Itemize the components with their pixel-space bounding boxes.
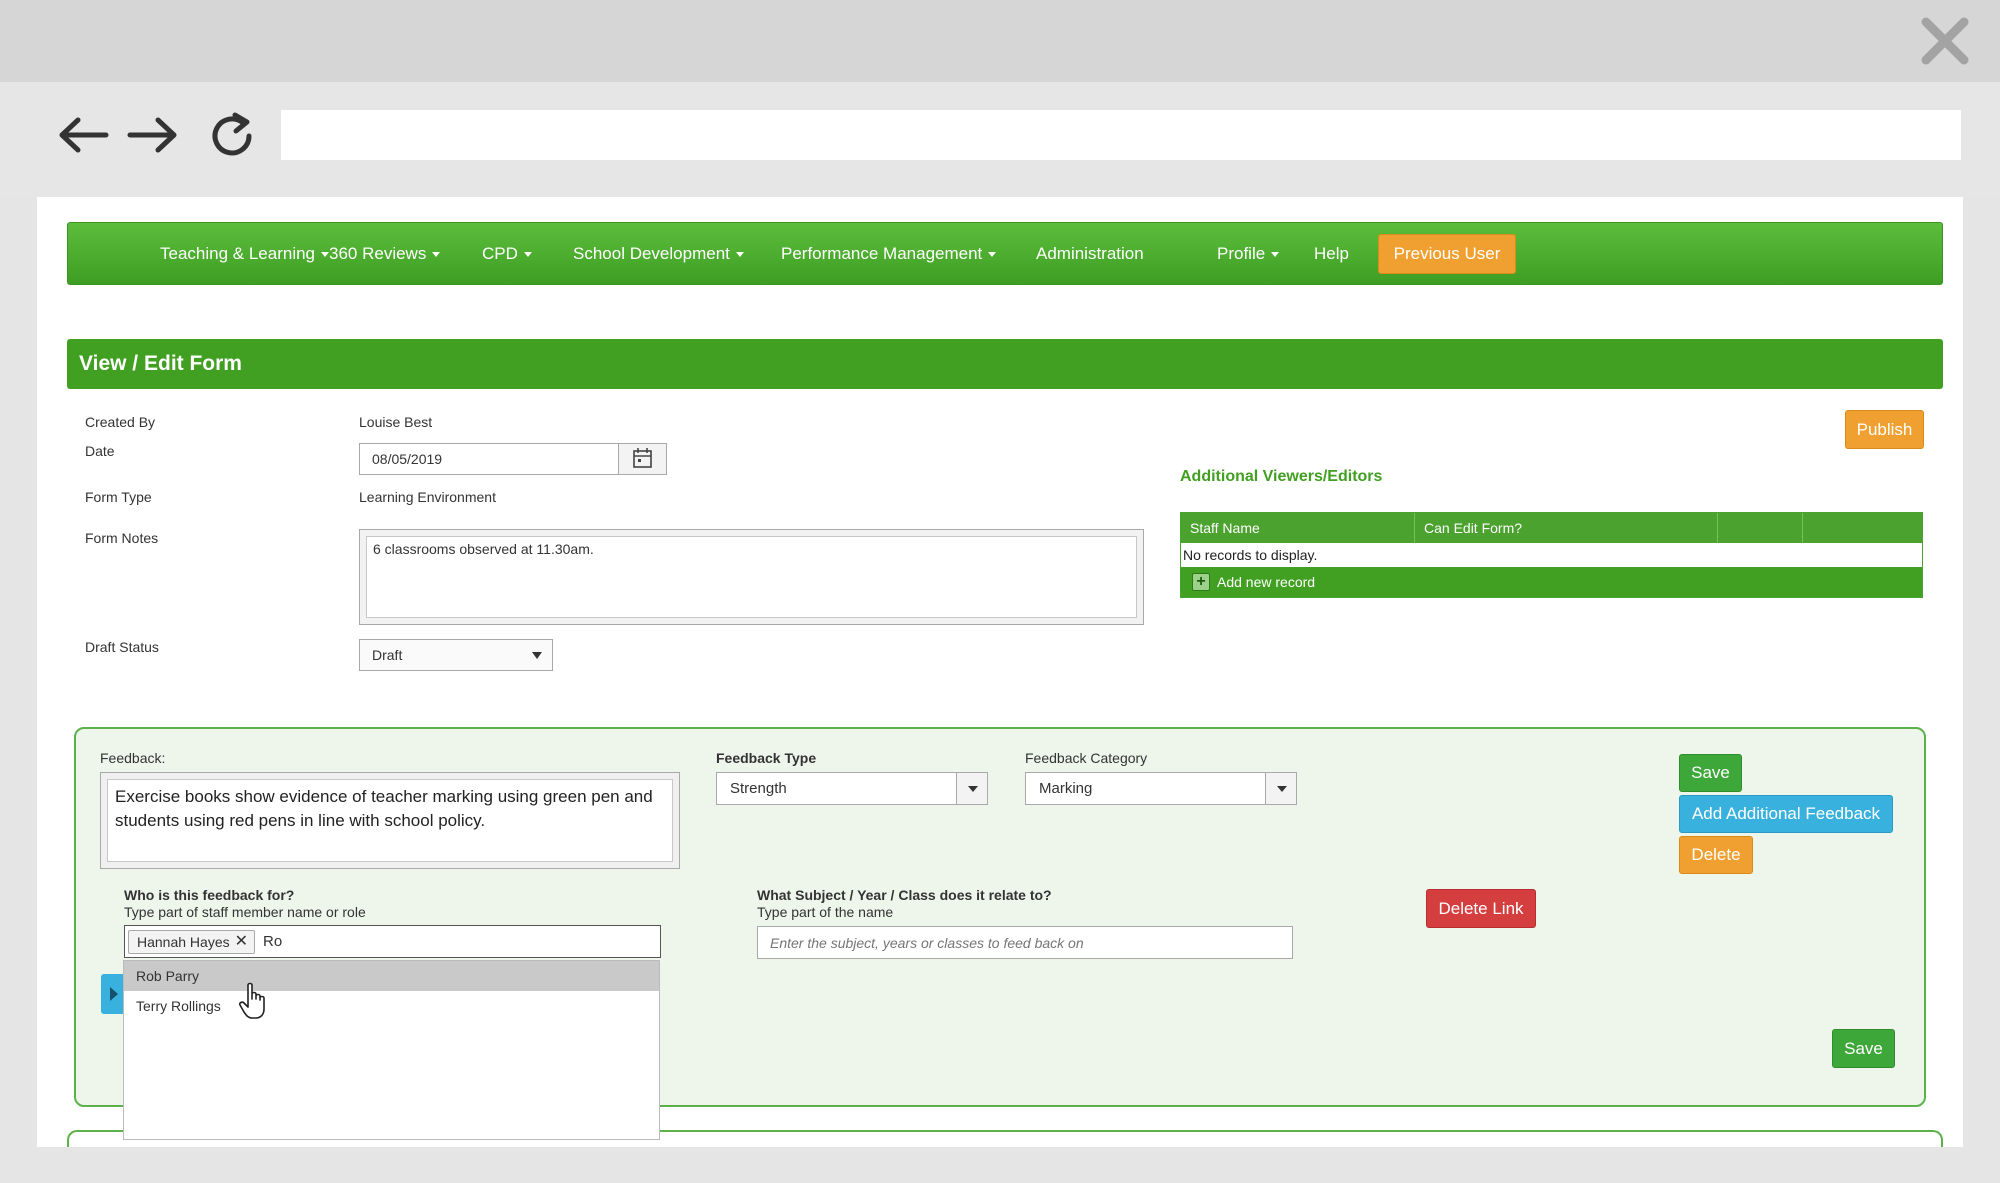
feedback-category-select[interactable]: Marking xyxy=(1025,772,1297,805)
form-type-label: Form Type xyxy=(85,489,152,505)
reload-icon[interactable] xyxy=(205,110,261,160)
nav-label: 360 Reviews xyxy=(329,244,427,263)
nav-label: CPD xyxy=(482,244,518,263)
grid-header: Staff Name Can Edit Form? xyxy=(1181,513,1922,543)
nav-360-reviews[interactable]: 360 Reviews xyxy=(329,223,441,284)
forward-arrow-icon[interactable] xyxy=(124,110,180,160)
column-blank xyxy=(1718,513,1803,543)
main-navbar: Teaching & Learning 360 Reviews CPD Scho… xyxy=(67,222,1943,285)
subject-label: What Subject / Year / Class does it rela… xyxy=(757,887,1052,903)
nav-label: Teaching & Learning xyxy=(160,244,316,263)
viewers-grid: Staff Name Can Edit Form? No records to … xyxy=(1180,512,1923,598)
page-content: Teaching & Learning 360 Reviews CPD Scho… xyxy=(37,197,1963,1147)
add-additional-feedback-button[interactable]: Add Additional Feedback xyxy=(1679,795,1893,833)
viewers-title: Additional Viewers/Editors xyxy=(1180,468,1383,485)
nav-cpd[interactable]: CPD xyxy=(482,223,532,284)
draft-status-value: Draft xyxy=(372,647,403,663)
nav-label: Help xyxy=(1314,244,1349,263)
delete-link-button[interactable]: Delete Link xyxy=(1426,889,1536,928)
close-icon[interactable] xyxy=(1918,14,1972,68)
form-header: View / Edit Form xyxy=(67,339,1943,389)
column-staff-name[interactable]: Staff Name xyxy=(1181,513,1415,543)
save-feedback-button[interactable]: Save xyxy=(1679,754,1742,792)
feedback-type-value: Strength xyxy=(730,780,787,797)
caret-down-icon xyxy=(988,252,997,258)
add-new-record-label: Add new record xyxy=(1217,574,1316,590)
caret-down-icon xyxy=(432,252,441,258)
recipient-tag-label: Hannah Hayes xyxy=(137,934,230,950)
calendar-icon xyxy=(633,448,652,468)
who-input[interactable]: Hannah Hayes ✕ Ro xyxy=(124,925,661,958)
who-label: Who is this feedback for? xyxy=(124,887,295,903)
hand-cursor-icon xyxy=(239,982,271,1022)
delete-feedback-button[interactable]: Delete xyxy=(1679,836,1753,874)
autocomplete-dropdown: Rob Parry Terry Rollings xyxy=(123,960,660,1140)
window-titlebar xyxy=(0,0,2000,82)
nav-label: Profile xyxy=(1217,244,1266,263)
draft-status-select[interactable]: Draft xyxy=(359,639,553,671)
play-icon xyxy=(110,987,118,1001)
feedback-textarea[interactable]: Exercise books show evidence of teacher … xyxy=(107,779,673,862)
nav-label: Performance Management xyxy=(781,244,983,263)
subject-input[interactable] xyxy=(757,926,1293,959)
suggestion-item[interactable]: Rob Parry xyxy=(124,961,659,991)
feedback-type-label: Feedback Type xyxy=(716,750,817,766)
chevron-down-icon xyxy=(1265,773,1296,804)
nav-teaching-learning[interactable]: Teaching & Learning xyxy=(160,223,330,284)
who-typed-text: Ro xyxy=(263,933,283,950)
nav-administration[interactable]: Administration xyxy=(1036,223,1144,284)
feedback-category-value: Marking xyxy=(1039,780,1093,797)
recipient-tag: Hannah Hayes ✕ xyxy=(128,930,255,954)
caret-down-icon xyxy=(1271,252,1280,258)
created-by-value: Louise Best xyxy=(359,414,433,430)
expand-toggle[interactable] xyxy=(101,974,124,1014)
nav-help[interactable]: Help xyxy=(1314,223,1349,284)
nav-label: Administration xyxy=(1036,244,1144,263)
subject-hint: Type part of the name xyxy=(757,904,894,920)
caret-down-icon xyxy=(321,252,330,258)
feedback-frame: Exercise books show evidence of teacher … xyxy=(100,772,680,869)
nav-performance-management[interactable]: Performance Management xyxy=(781,223,997,284)
nav-profile[interactable]: Profile xyxy=(1217,223,1280,284)
suggestion-item[interactable]: Terry Rollings xyxy=(124,991,659,1021)
draft-status-label: Draft Status xyxy=(85,639,159,655)
chevron-down-icon xyxy=(956,773,987,804)
who-hint: Type part of staff member name or role xyxy=(124,904,366,920)
caret-down-icon xyxy=(523,252,532,258)
plus-icon: + xyxy=(1192,573,1210,591)
chevron-down-icon xyxy=(532,652,542,659)
calendar-button[interactable] xyxy=(618,443,667,475)
feedback-label: Feedback: xyxy=(100,750,166,766)
caret-down-icon xyxy=(735,252,744,258)
page-title: View / Edit Form xyxy=(79,352,242,375)
nav-school-development[interactable]: School Development xyxy=(573,223,744,284)
feedback-category-label: Feedback Category xyxy=(1025,750,1148,766)
date-label: Date xyxy=(85,443,115,459)
column-can-edit[interactable]: Can Edit Form? xyxy=(1415,513,1718,543)
back-arrow-icon[interactable] xyxy=(56,110,112,160)
add-new-record-button[interactable]: + Add new record xyxy=(1181,567,1922,597)
form-notes-frame: 6 classrooms observed at 11.30am. xyxy=(359,529,1144,625)
address-bar[interactable] xyxy=(281,110,1961,160)
nav-label: School Development xyxy=(573,244,730,263)
created-by-label: Created By xyxy=(85,414,156,430)
save-bottom-button[interactable]: Save xyxy=(1832,1029,1895,1068)
publish-button[interactable]: Publish xyxy=(1845,410,1924,449)
form-notes-textarea[interactable]: 6 classrooms observed at 11.30am. xyxy=(366,536,1137,618)
remove-tag-icon[interactable]: ✕ xyxy=(235,931,248,953)
form-notes-label: Form Notes xyxy=(85,530,159,546)
grid-empty-text: No records to display. xyxy=(1183,547,1318,563)
feedback-type-select[interactable]: Strength xyxy=(716,772,988,805)
previous-user-button[interactable]: Previous User xyxy=(1378,234,1516,274)
form-type-value: Learning Environment xyxy=(359,489,496,505)
